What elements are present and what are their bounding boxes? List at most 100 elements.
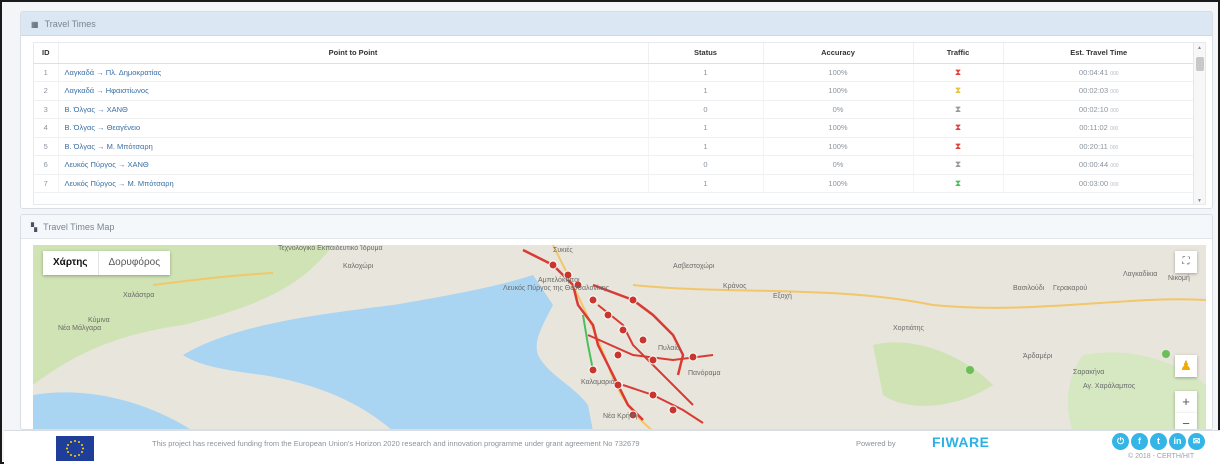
cell-accuracy: 0% <box>763 155 914 175</box>
power-icon[interactable]: ⏻ <box>1112 433 1129 450</box>
cell-est-time: 00:02:10 000 <box>1003 100 1195 119</box>
hourglass-icon: ⧗ <box>954 103 962 114</box>
cell-id: 2 <box>34 81 59 101</box>
cell-status: 0 <box>648 155 764 175</box>
cell-est-time: 00:04:41 000 <box>1003 63 1195 82</box>
cell-traffic: ⧗ <box>913 155 1004 175</box>
map-icon: ▚ <box>31 223 38 232</box>
street-view-pegman[interactable]: ♟ <box>1175 355 1197 377</box>
cell-route[interactable]: Λαγκαδά → Πλ. Δημοκρατίας <box>58 63 649 82</box>
col-status[interactable]: Status <box>648 43 764 64</box>
place-label: Νικομή <box>1168 275 1190 282</box>
hourglass-icon: ⧗ <box>954 85 962 96</box>
table-row[interactable]: 5 Β. Όλγας → Μ. Μπότσαρη 1 100% ⧗ 00:20:11 00… <box>34 137 1195 156</box>
table-scrollbar[interactable]: ▲ ▼ <box>1193 43 1205 204</box>
time-value: 00:02:03 <box>1078 86 1109 96</box>
place-label: Νέα Κρήνη <box>603 413 638 420</box>
travel-times-table: ID Point to Point Status Accuracy Traffi… <box>33 42 1206 205</box>
place-label: Καλαμαριά <box>581 379 615 386</box>
cell-status: 1 <box>648 174 764 193</box>
cell-route[interactable]: Λευκός Πύργος → ΧΑΝΘ <box>58 155 649 175</box>
travel-times-header: ▦ Travel Times <box>21 12 1212 36</box>
place-label: Χορτιάτης <box>893 325 924 332</box>
poi-marker-2 <box>1162 350 1170 358</box>
place-label: Γερακαρού <box>1053 285 1088 292</box>
map-type-control: Χάρτης Δορυφόρος <box>43 251 171 275</box>
table-row[interactable]: 3 Β. Όλγας → ΧΑΝΘ 0 0% ⧗ 00:02:10 000 <box>34 100 1195 119</box>
place-label: Βασιλούδι <box>1013 285 1045 292</box>
linkedin-icon[interactable]: in <box>1169 433 1186 450</box>
table-row[interactable]: 4 Β. Όλγας → Θεαγένειο 1 100% ⧗ 00:11:02 000 <box>34 118 1195 138</box>
pegman-icon: ♟ <box>1180 358 1192 373</box>
hourglass-icon: ⧗ <box>954 140 962 151</box>
col-est-travel-time[interactable]: Est. Travel Time <box>1003 43 1195 64</box>
table-row[interactable]: 1 Λαγκαδά → Πλ. Δημοκρατίας 1 100% ⧗ 00:04:41… <box>34 63 1195 82</box>
time-value: 00:03:00 <box>1078 178 1109 188</box>
time-ms: 000 <box>1109 144 1119 151</box>
travel-times-title: Travel Times <box>44 19 96 29</box>
minus-icon: − <box>1182 416 1190 430</box>
scroll-down-icon[interactable]: ▼ <box>1197 198 1202 204</box>
table-row[interactable]: 7 Λευκός Πύργος → Μ. Μπότσαρη 1 100% ⧗ 00:03:… <box>34 174 1195 193</box>
place-label: Συκιές <box>553 247 573 254</box>
cell-route[interactable]: Β. Όλγας → Μ. Μπότσαρη <box>58 137 649 156</box>
cell-est-time: 00:03:00 000 <box>1003 174 1195 193</box>
zoom-out-button[interactable]: − <box>1175 413 1197 430</box>
col-id[interactable]: ID <box>34 43 59 64</box>
cell-route[interactable]: Β. Όλγας → Θεαγένειο <box>58 118 649 138</box>
facebook-icon[interactable]: f <box>1131 433 1148 450</box>
time-ms: 000 <box>1110 70 1119 77</box>
cell-traffic: ⧗ <box>913 174 1004 193</box>
place-label: Λαγκαδίκια <box>1123 271 1158 278</box>
table-row[interactable]: 2 Λαγκαδά → Ηφαιστίωνος 1 100% ⧗ 00:02:03 000 <box>34 81 1195 101</box>
place-label: Λευκός Πύργος της Θεσσαλονίκης <box>503 285 610 292</box>
map-type-map-button[interactable]: Χάρτης <box>43 251 98 275</box>
scroll-up-icon[interactable]: ▲ <box>1197 45 1202 51</box>
map-type-satellite-button[interactable]: Δορυφόρος <box>97 251 171 275</box>
cell-traffic: ⧗ <box>913 63 1004 82</box>
cell-traffic: ⧗ <box>913 81 1004 101</box>
hourglass-icon: ⧗ <box>954 177 962 188</box>
place-label: Πανόραμα <box>688 370 721 377</box>
email-icon[interactable]: ✉ <box>1188 433 1205 450</box>
hourglass-icon: ⧗ <box>954 159 962 170</box>
fiware-logo[interactable]: FIWARE <box>932 434 989 450</box>
powered-by-text: Powered by <box>856 439 896 448</box>
app-window: ▦ Travel Times ID Point to Point Status A… <box>0 0 1220 464</box>
copyright: © 2018 - CERTH/HIT <box>1128 453 1195 460</box>
time-value: 00:02:10 <box>1078 104 1109 114</box>
table-header-row: ID Point to Point Status Accuracy Traffi… <box>34 43 1195 64</box>
place-label: Σαρακήνα <box>1073 369 1105 376</box>
time-value: 00:04:41 <box>1078 67 1109 77</box>
cell-accuracy: 100% <box>763 81 914 101</box>
cell-id: 6 <box>34 155 59 175</box>
cell-accuracy: 0% <box>763 100 914 119</box>
time-ms: 000 <box>1109 126 1119 133</box>
funding-text: This project has received funding from t… <box>152 439 640 448</box>
col-accuracy[interactable]: Accuracy <box>763 43 914 64</box>
time-value: 00:00:44 <box>1078 160 1109 170</box>
cell-id: 4 <box>34 118 59 138</box>
cell-route[interactable]: Β. Όλγας → ΧΑΝΘ <box>58 100 649 119</box>
time-ms: 000 <box>1110 181 1119 188</box>
zoom-in-button[interactable]: + <box>1175 391 1197 413</box>
table-row[interactable]: 6 Λευκός Πύργος → ΧΑΝΘ 0 0% ⧗ 00:00:44 000 <box>34 155 1195 175</box>
cell-traffic: ⧗ <box>913 100 1004 119</box>
twitter-icon[interactable]: t <box>1150 433 1167 450</box>
cell-route[interactable]: Λαγκαδά → Ηφαιστίωνος <box>58 81 649 101</box>
cell-id: 3 <box>34 100 59 119</box>
col-traffic[interactable]: Traffic <box>913 43 1004 64</box>
cell-est-time: 00:02:03 000 <box>1003 81 1195 101</box>
place-label: Νέα Μάλγαρα <box>58 325 102 332</box>
map-canvas[interactable]: Τεχνολογικό Εκπαιδευτικό Ίδρυμα Καλοχώρι Σ… <box>33 245 1206 430</box>
place-label: Αγ. Χαράλαμπος <box>1083 383 1136 390</box>
cell-id: 5 <box>34 137 59 156</box>
cell-accuracy: 100% <box>763 63 914 82</box>
fullscreen-button[interactable]: ⛶ <box>1175 251 1197 273</box>
scrollbar-thumb[interactable] <box>1196 57 1204 71</box>
footer: This project has received funding from t… <box>4 430 1220 464</box>
place-label: Χαλάστρα <box>123 292 155 299</box>
cell-status: 1 <box>648 137 764 156</box>
col-point-to-point[interactable]: Point to Point <box>58 43 649 64</box>
cell-route[interactable]: Λευκός Πύργος → Μ. Μπότσαρη <box>58 174 649 193</box>
